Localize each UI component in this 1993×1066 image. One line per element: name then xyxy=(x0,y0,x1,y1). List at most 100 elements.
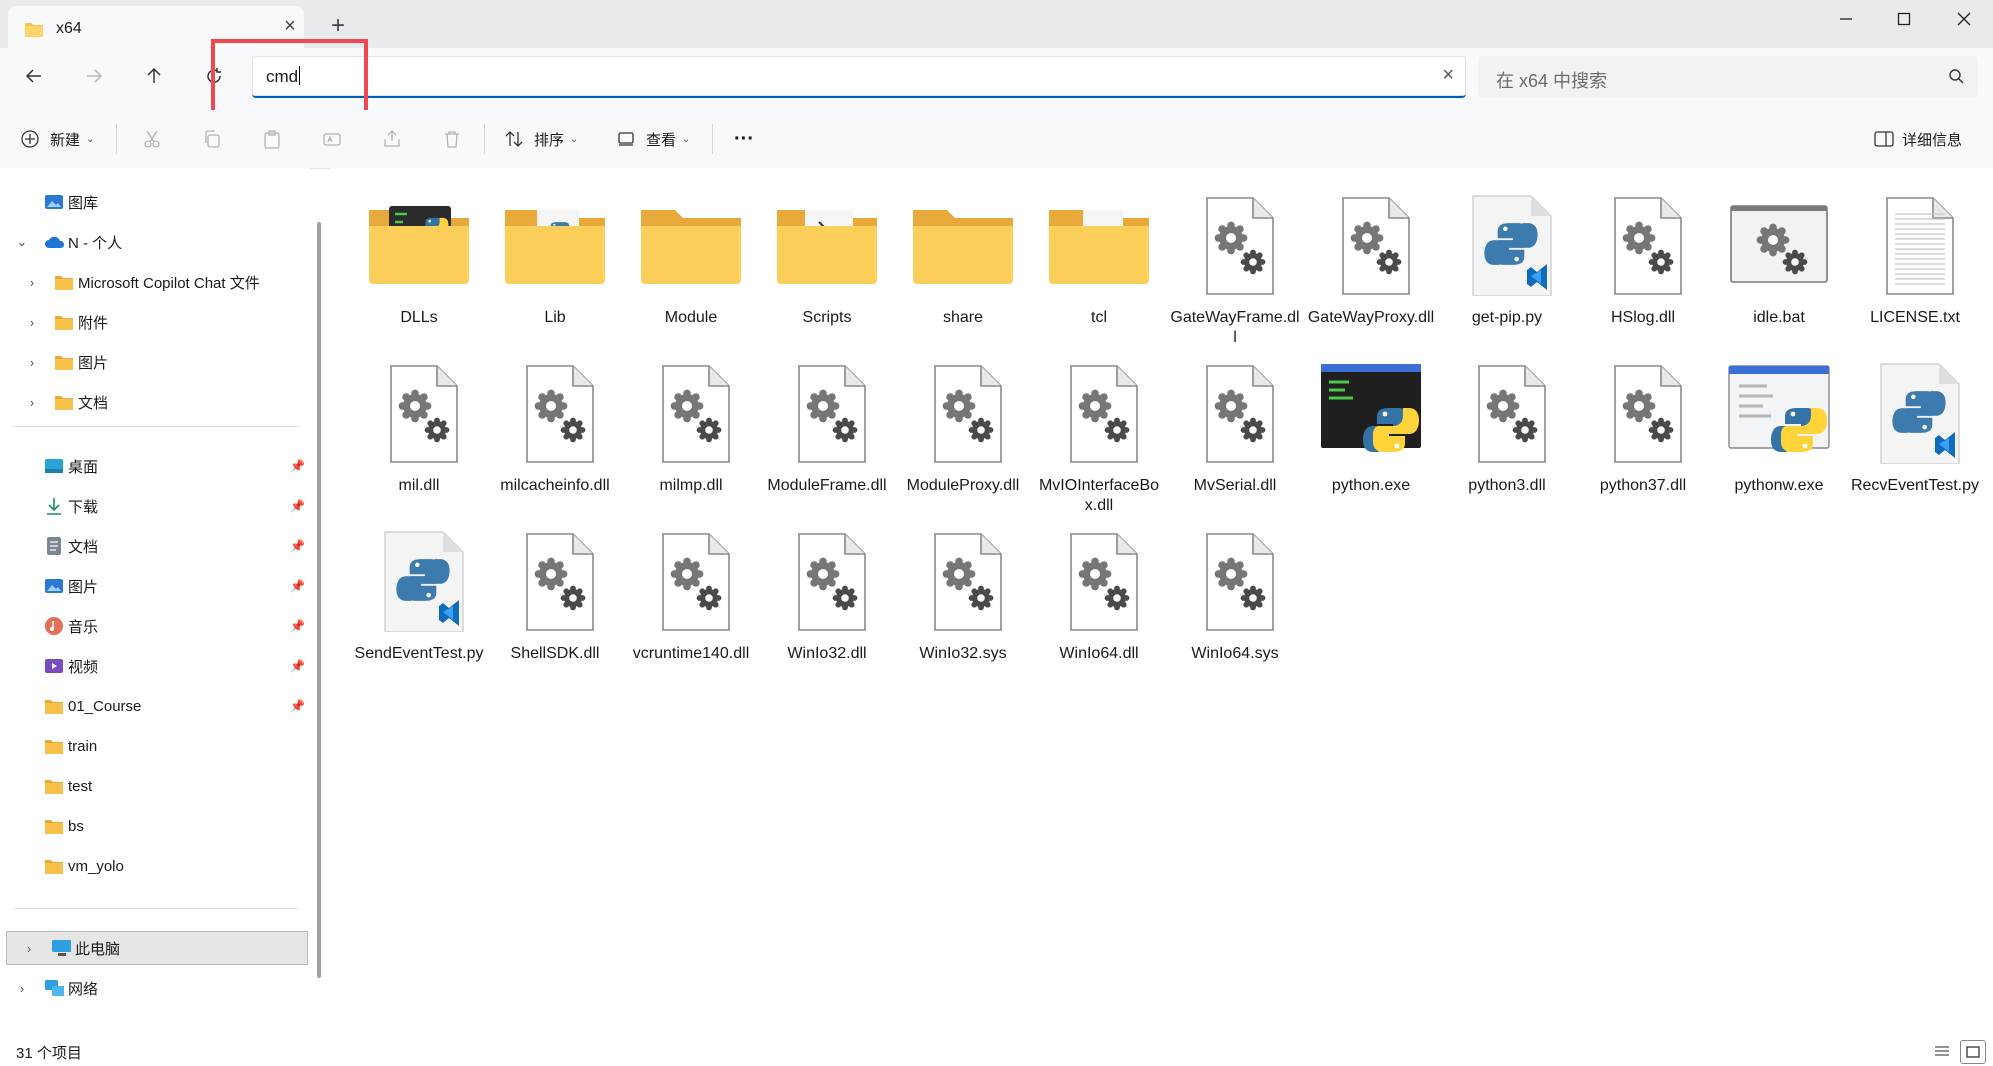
file-item-python3-dll[interactable]: python3.dll xyxy=(1442,348,1572,516)
chevron-right-icon[interactable]: › xyxy=(24,395,40,410)
file-item-hslog-dll[interactable]: HSlog.dll xyxy=(1578,180,1708,348)
file-item-mil-dll[interactable]: mil.dll xyxy=(354,348,484,516)
sidebar-item-01-course[interactable]: 01_Course 📌 xyxy=(0,689,310,723)
file-item-sendeventtest-py[interactable]: SendEventTest.py xyxy=(354,516,484,684)
folder-icon xyxy=(775,192,879,296)
up-button[interactable] xyxy=(138,60,170,92)
pin-icon[interactable]: 📌 xyxy=(290,459,305,473)
maximize-button[interactable] xyxy=(1884,4,1924,34)
sidebar-item-图片[interactable]: 图片 📌 xyxy=(0,569,310,603)
file-item-python37-dll[interactable]: python37.dll xyxy=(1578,348,1708,516)
chevron-down-icon[interactable]: ⌄ xyxy=(14,234,30,250)
dll-file-icon xyxy=(1183,360,1287,464)
chevron-right-icon[interactable]: › xyxy=(14,981,30,996)
sidebar-item-test[interactable]: test xyxy=(0,769,310,803)
file-item-milmp-dll[interactable]: milmp.dll xyxy=(626,348,756,516)
file-item-milcacheinfo-dll[interactable]: milcacheinfo.dll xyxy=(490,348,620,516)
sidebar-item-n-个人[interactable]: ⌄ N - 个人 xyxy=(0,225,310,259)
chevron-right-icon[interactable]: › xyxy=(24,315,40,330)
more-options-button[interactable]: ··· xyxy=(734,110,754,168)
chevron-right-icon[interactable]: › xyxy=(24,275,40,290)
file-item-moduleframe-dll[interactable]: ModuleFrame.dll xyxy=(762,348,892,516)
share-icon[interactable] xyxy=(380,127,404,151)
file-item-module[interactable]: Module xyxy=(626,180,756,348)
file-item-get-pip-py[interactable]: get-pip.py xyxy=(1442,180,1572,348)
details-button[interactable]: 详细信息 xyxy=(1874,110,1962,168)
file-item-gatewayproxy-dll[interactable]: GateWayProxy.dll xyxy=(1306,180,1436,348)
sidebar-item-bs[interactable]: bs xyxy=(0,809,310,843)
search-box[interactable]: 在 x64 中搜索 xyxy=(1478,56,1978,98)
file-item-lib[interactable]: Lib xyxy=(490,180,620,348)
sidebar-scrollbar[interactable] xyxy=(317,222,321,978)
large-icons-view-button[interactable] xyxy=(1960,1040,1986,1064)
file-item-tcl[interactable]: tcl xyxy=(1034,180,1164,348)
file-item-winio32-sys[interactable]: WinIo32.sys xyxy=(898,516,1028,684)
sidebar-item-文档[interactable]: 文档 📌 xyxy=(0,529,310,563)
file-name: ModuleFrame.dll xyxy=(767,477,887,494)
chevron-right-icon[interactable]: › xyxy=(24,355,40,370)
dll-file-icon xyxy=(1047,528,1151,632)
sidebar-item-此电脑[interactable]: › 此电脑 xyxy=(6,931,308,965)
view-button[interactable]: 查看 ⌄ xyxy=(616,110,690,168)
py-file-icon xyxy=(1863,360,1967,465)
new-button[interactable]: 新建 ⌄ xyxy=(20,110,94,168)
file-item-shellsdk-dll[interactable]: ShellSDK.dll xyxy=(490,516,620,684)
paste-icon[interactable] xyxy=(260,127,284,151)
close-window-button[interactable] xyxy=(1944,4,1984,34)
back-button[interactable] xyxy=(18,60,50,92)
sidebar-item-vm-yolo[interactable]: vm_yolo xyxy=(0,849,310,883)
file-item-winio64-dll[interactable]: WinIo64.dll xyxy=(1034,516,1164,684)
pin-icon[interactable]: 📌 xyxy=(290,499,305,513)
sidebar-item-文档[interactable]: › 文档 xyxy=(0,385,310,419)
sidebar-item-桌面[interactable]: 桌面 📌 xyxy=(0,449,310,483)
folder-icon xyxy=(44,776,64,796)
sidebar-item-label: 音乐 xyxy=(68,618,99,636)
rename-icon[interactable] xyxy=(320,127,344,151)
bat-file-icon xyxy=(1727,192,1831,296)
cut-icon[interactable] xyxy=(140,127,164,151)
sidebar-item-音乐[interactable]: 音乐 📌 xyxy=(0,609,310,643)
chevron-right-icon[interactable]: › xyxy=(21,941,37,956)
file-item-vcruntime140-dll[interactable]: vcruntime140.dll xyxy=(626,516,756,684)
file-item-pythonw-exe[interactable]: pythonw.exe xyxy=(1714,348,1844,516)
file-item-moduleproxy-dll[interactable]: ModuleProxy.dll xyxy=(898,348,1028,516)
pin-icon[interactable]: 📌 xyxy=(290,619,305,633)
delete-icon[interactable] xyxy=(440,127,464,151)
file-item-license-txt[interactable]: LICENSE.txt xyxy=(1850,180,1980,348)
sidebar-item-train[interactable]: train xyxy=(0,729,310,763)
sidebar-item-下载[interactable]: 下载 📌 xyxy=(0,489,310,523)
file-item-python-exe[interactable]: python.exe xyxy=(1306,348,1436,516)
sidebar-item-图片[interactable]: › 图片 xyxy=(0,345,310,379)
pin-icon[interactable]: 📌 xyxy=(290,579,305,593)
file-item-mviointerfacebox-dll[interactable]: MvIOInterfaceBox.dll xyxy=(1034,348,1164,516)
details-view-button[interactable] xyxy=(1930,1040,1954,1062)
pin-icon[interactable]: 📌 xyxy=(290,699,305,713)
file-item-winio32-dll[interactable]: WinIo32.dll xyxy=(762,516,892,684)
close-icon[interactable]: × xyxy=(1442,64,1454,87)
address-bar[interactable]: cmd × xyxy=(252,56,1466,98)
pin-icon[interactable]: 📌 xyxy=(290,659,305,673)
file-item-recveventtest-py[interactable]: RecvEventTest.py xyxy=(1850,348,1980,516)
file-item-scripts[interactable]: Scripts xyxy=(762,180,892,348)
file-item-idle-bat[interactable]: idle.bat xyxy=(1714,180,1844,348)
new-tab-button[interactable]: + xyxy=(326,14,350,38)
copy-icon[interactable] xyxy=(200,127,224,151)
pin-icon[interactable]: 📌 xyxy=(290,539,305,553)
file-item-mvserial-dll[interactable]: MvSerial.dll xyxy=(1170,348,1300,516)
sidebar-item-label: vm_yolo xyxy=(68,857,124,875)
file-item-gatewayframe-dll[interactable]: GateWayFrame.dll xyxy=(1170,180,1300,348)
file-item-dlls[interactable]: DLLs xyxy=(354,180,484,348)
file-name: WinIo64.sys xyxy=(1191,645,1279,662)
file-item-share[interactable]: share xyxy=(898,180,1028,348)
sidebar-item-附件[interactable]: › 附件 xyxy=(0,305,310,339)
sidebar-item-microsoft-copilot-chat-文件[interactable]: › Microsoft Copilot Chat 文件 xyxy=(0,265,310,299)
forward-button[interactable] xyxy=(78,60,110,92)
close-tab-icon[interactable]: × xyxy=(278,14,302,38)
sidebar-item-视频[interactable]: 视频 📌 xyxy=(0,649,310,683)
sidebar-item-网络[interactable]: › 网络 xyxy=(0,971,310,1005)
search-icon[interactable] xyxy=(1948,68,1964,89)
sidebar-item-图库[interactable]: 图库 xyxy=(0,185,310,219)
file-item-winio64-sys[interactable]: WinIo64.sys xyxy=(1170,516,1300,684)
minimize-button[interactable] xyxy=(1826,4,1866,34)
sort-button[interactable]: 排序 ⌄ xyxy=(504,110,578,168)
